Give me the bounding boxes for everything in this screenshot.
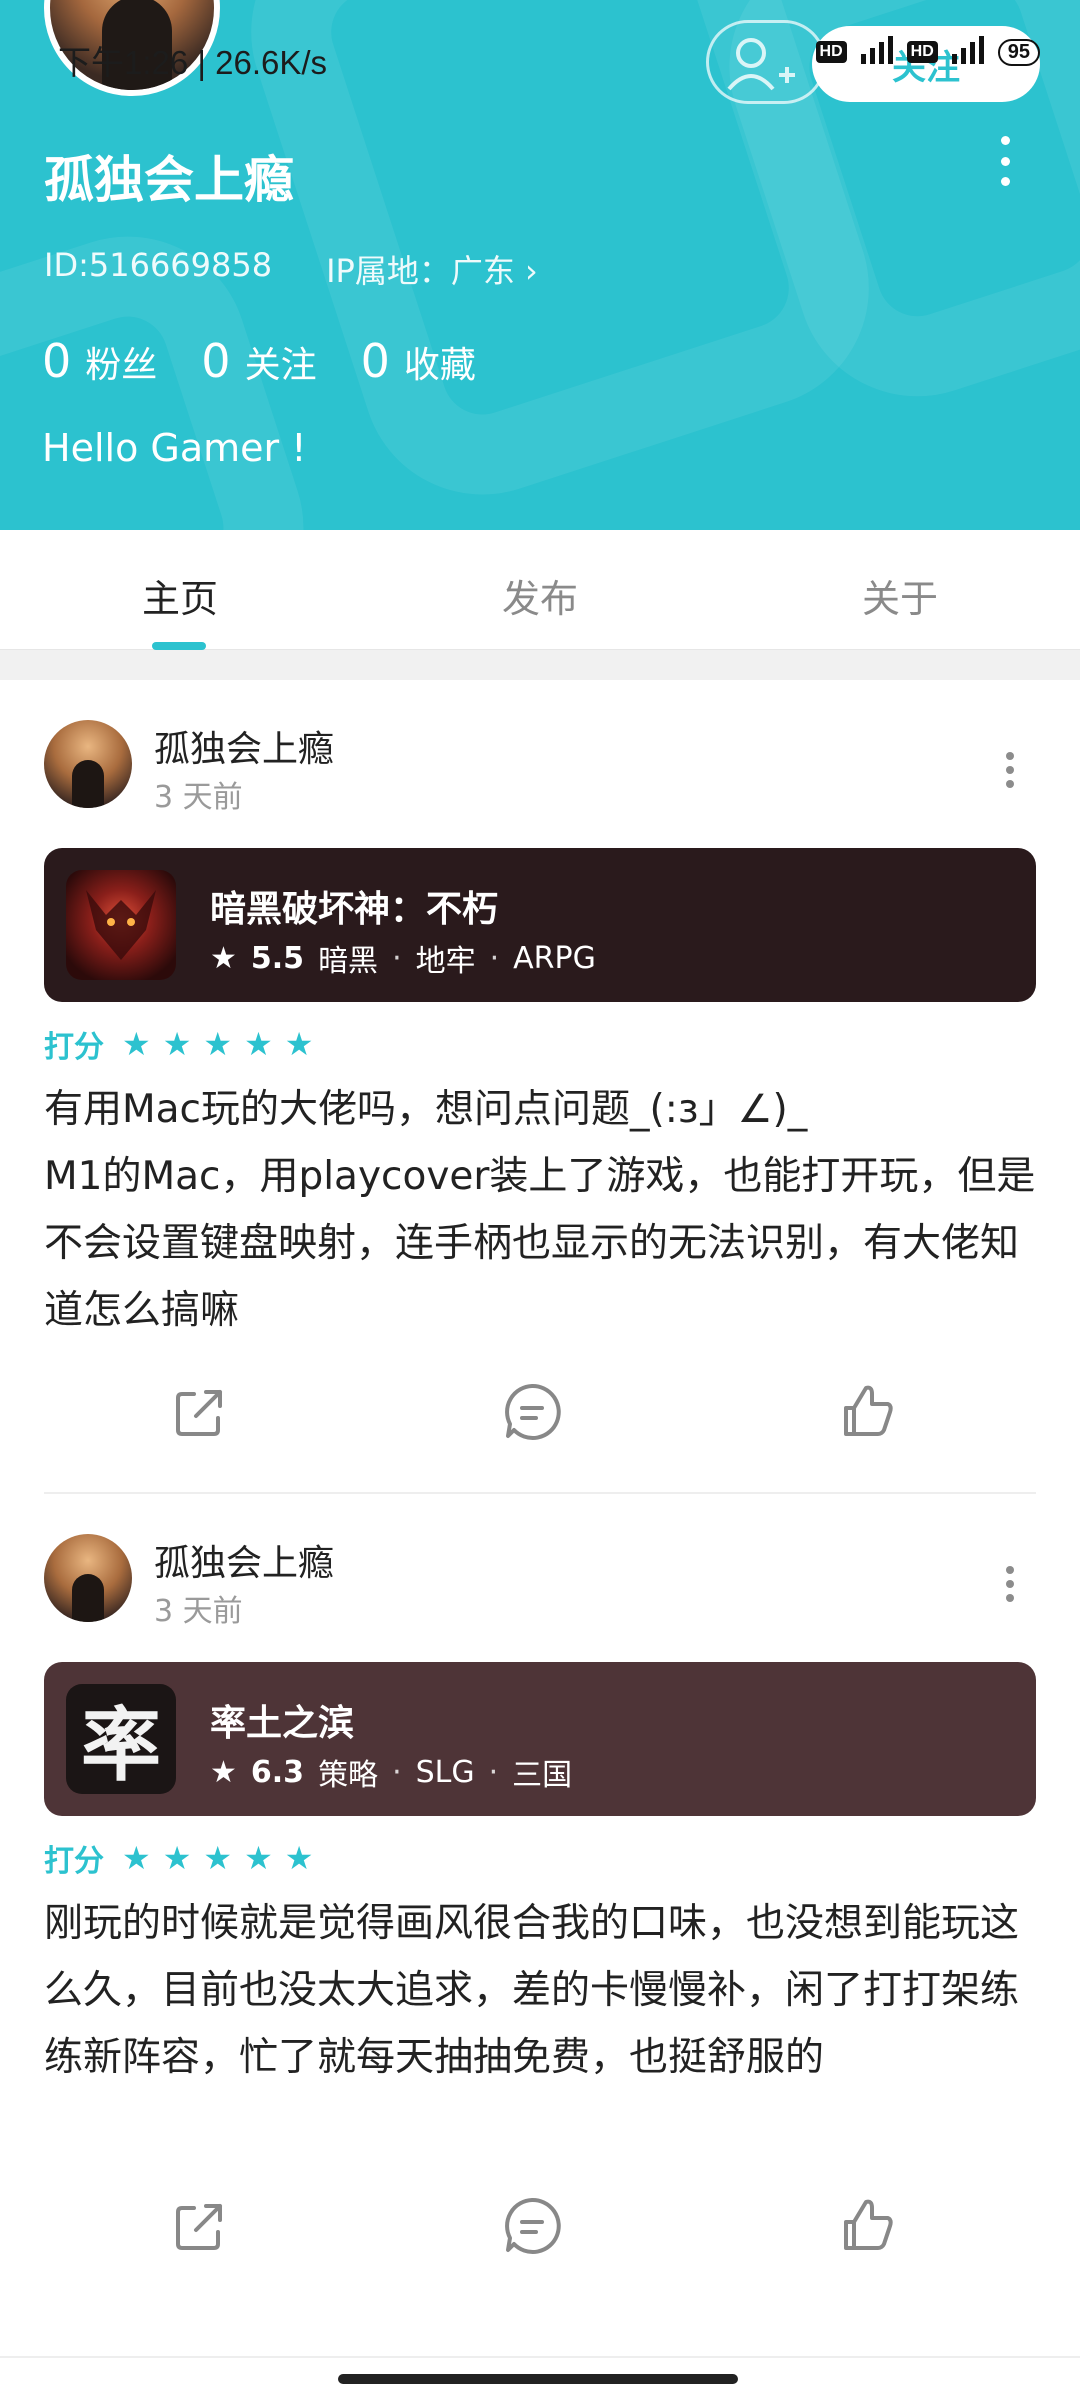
post-time: 3 天前 xyxy=(154,1594,243,1629)
game-tag: SLG xyxy=(415,1754,475,1790)
game-meta: ★ 6.3 策略 · SLG · 三国 xyxy=(210,1750,572,1794)
profile-id-row: ID:516669858 IP属地：广东 › xyxy=(44,246,538,292)
post-actions xyxy=(0,2194,1080,2264)
followers-stat[interactable]: 0 粉丝 xyxy=(42,334,157,388)
profile-name: 孤独会上瘾 xyxy=(44,151,294,209)
game-score: 6.3 xyxy=(250,1754,305,1790)
comment-button[interactable] xyxy=(500,2194,564,2258)
post-content[interactable]: 有用Mac玩的大佬吗，想问点问题_(:з」∠)_ M1的Mac，用playcov… xyxy=(44,1076,1044,1344)
share-icon xyxy=(176,1390,222,1436)
add-friend-button[interactable] xyxy=(706,20,826,104)
battery-icon: 95 xyxy=(997,38,1040,66)
share-button[interactable] xyxy=(168,2194,232,2258)
game-tag: ARPG xyxy=(513,940,596,976)
post-more-icon[interactable] xyxy=(1006,752,1018,788)
game-score: 5.5 xyxy=(250,940,305,976)
tab-posts[interactable]: 发布 xyxy=(440,568,640,623)
star-icon: ★ xyxy=(122,1025,151,1063)
followers-count: 0 xyxy=(42,334,72,388)
game-icon-text: 率 xyxy=(81,1699,161,1792)
post-content[interactable]: 刚玩的时候就是觉得画风很合我的口味，也没想到能玩这么久，目前也没太大追求，差的卡… xyxy=(44,1890,1044,2091)
star-icon: ★ xyxy=(203,1025,233,1063)
profile-bio: Hello Gamer ! xyxy=(42,426,307,470)
bottom-divider xyxy=(0,2356,1080,2358)
profile-stats: 0 粉丝 0 关注 0 收藏 xyxy=(42,334,476,388)
rating-label: 打分 xyxy=(44,1844,104,1879)
star-icon: ★ xyxy=(284,1025,314,1063)
more-options-icon[interactable] xyxy=(990,136,1020,186)
tag-separator: · xyxy=(392,1754,402,1790)
signal-4g-icon xyxy=(948,32,988,72)
add-user-icon xyxy=(727,38,795,91)
rating-label: 打分 xyxy=(44,1030,104,1065)
game-title: 率土之滨 xyxy=(210,1703,355,1744)
share-icon xyxy=(176,2204,222,2250)
tag-separator: · xyxy=(489,940,500,976)
profile-header: 下午1:26 | 26.6K/s 关注 HD HD 95 孤独会上瘾 ID:51… xyxy=(0,0,1080,530)
post-author[interactable]: 孤独会上瘾 xyxy=(154,1534,334,1586)
ip-location-link[interactable]: IP属地：广东 › xyxy=(326,246,538,292)
star-icon: ★ xyxy=(244,1839,273,1877)
game-tag: 地牢 xyxy=(415,944,476,979)
game-title: 暗黑破坏神：不朽 xyxy=(210,889,499,930)
followers-label: 粉丝 xyxy=(85,345,158,386)
share-button[interactable] xyxy=(168,1380,232,1444)
section-separator xyxy=(0,650,1080,680)
tag-separator: · xyxy=(488,1754,499,1790)
favorites-count: 0 xyxy=(360,334,390,388)
game-tag: 暗黑 xyxy=(318,944,379,979)
author-avatar[interactable] xyxy=(44,1534,132,1622)
like-button[interactable] xyxy=(836,1380,900,1444)
star-icon: ★ xyxy=(284,1839,314,1877)
star-icon: ★ xyxy=(162,1839,192,1877)
thumbs-up-icon xyxy=(844,1385,893,1436)
game-meta: ★ 5.5 暗黑 · 地牢 · ARPG xyxy=(210,936,596,980)
profile-tabs: 主页 发布 关于 xyxy=(0,530,1080,650)
post-time: 3 天前 xyxy=(154,780,243,815)
thumbs-up-icon xyxy=(844,2199,893,2250)
status-bar-time: 下午1:26 | 26.6K/s xyxy=(58,44,328,81)
post-actions xyxy=(0,1380,1080,1450)
post-card: 孤独会上瘾 3 天前 暗黑破坏神：不朽 ★ 5.5 暗黑 · 地牢 · ARPG… xyxy=(0,680,1080,1500)
following-label: 关注 xyxy=(244,345,317,386)
comment-icon xyxy=(505,2197,561,2254)
favorites-stat[interactable]: 0 收藏 xyxy=(361,334,476,388)
post-more-icon[interactable] xyxy=(1006,1566,1018,1602)
score-star-icon: ★ xyxy=(210,1754,237,1790)
status-bar-icons: HD HD 95 xyxy=(815,30,1040,74)
like-button[interactable] xyxy=(836,2194,900,2258)
game-card[interactable]: 率 率土之滨 ★ 6.3 策略 · SLG · 三国 xyxy=(44,1662,1036,1816)
rating-row: 打分 ★ ★ ★ ★ ★ xyxy=(44,1022,313,1066)
game-tag: 三国 xyxy=(512,1758,573,1793)
active-tab-indicator xyxy=(152,642,206,650)
hd-badge-2: HD xyxy=(906,41,938,63)
tag-separator: · xyxy=(392,940,402,976)
following-count: 0 xyxy=(201,334,231,388)
rating-row: 打分 ★ ★ ★ ★ ★ xyxy=(44,1836,313,1880)
star-icon: ★ xyxy=(122,1839,151,1877)
game-tag: 策略 xyxy=(318,1758,379,1793)
game-icon xyxy=(66,870,176,980)
star-icon: ★ xyxy=(244,1025,273,1063)
score-star-icon: ★ xyxy=(210,940,237,976)
following-stat[interactable]: 0 关注 xyxy=(201,334,316,388)
star-icon: ★ xyxy=(203,1839,233,1877)
comment-button[interactable] xyxy=(500,1380,564,1444)
star-icon: ★ xyxy=(162,1025,192,1063)
game-card[interactable]: 暗黑破坏神：不朽 ★ 5.5 暗黑 · 地牢 · ARPG xyxy=(44,848,1036,1002)
tab-about[interactable]: 关于 xyxy=(800,568,1000,623)
hd-badge: HD xyxy=(815,41,847,63)
comment-icon xyxy=(505,1383,561,1440)
post-author[interactable]: 孤独会上瘾 xyxy=(154,720,334,772)
post-card: 孤独会上瘾 3 天前 率 率土之滨 ★ 6.3 策略 · SLG · 三国 打分… xyxy=(0,1494,1080,2314)
author-avatar[interactable] xyxy=(44,720,132,808)
tab-home[interactable]: 主页 xyxy=(80,568,280,623)
signal-5g-icon xyxy=(857,32,897,72)
home-indicator[interactable] xyxy=(338,2374,738,2384)
game-icon: 率 xyxy=(66,1684,176,1794)
profile-id: ID:516669858 xyxy=(44,246,273,284)
favorites-label: 收藏 xyxy=(403,345,476,386)
